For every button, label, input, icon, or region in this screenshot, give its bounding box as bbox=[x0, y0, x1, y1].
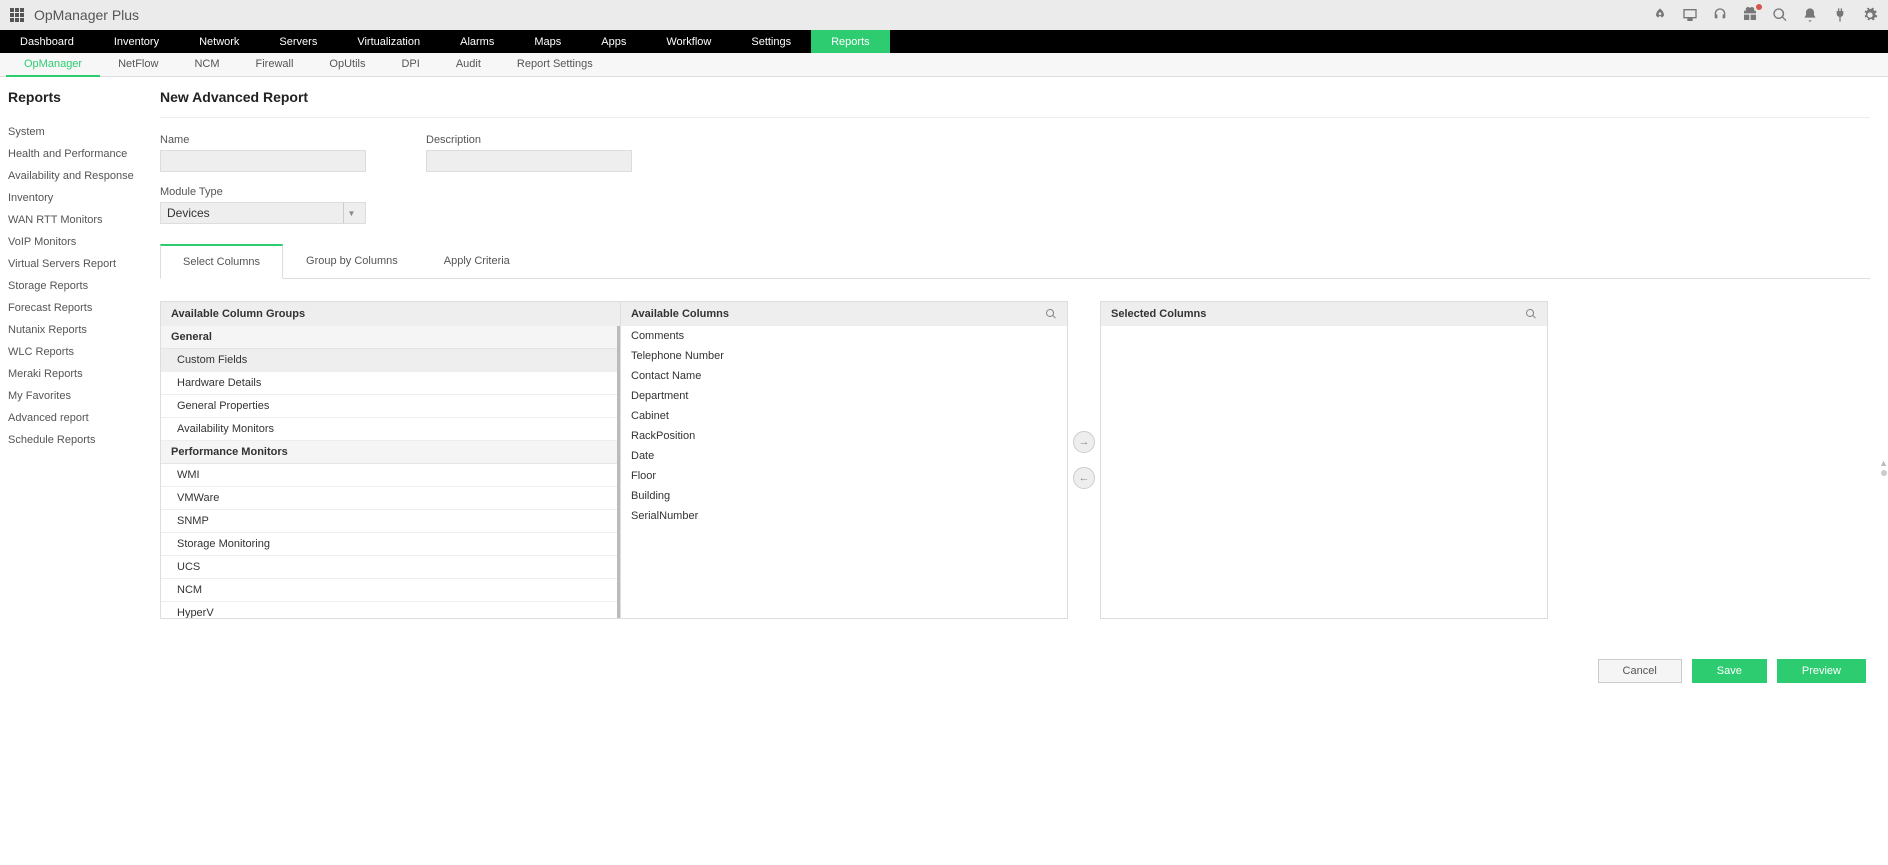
preview-button[interactable]: Preview bbox=[1777, 659, 1866, 683]
notification-dot bbox=[1756, 4, 1762, 10]
nav-dashboard[interactable]: Dashboard bbox=[0, 30, 94, 53]
available-column-item[interactable]: Department bbox=[621, 386, 1067, 406]
sidebar-item-wlc-reports[interactable]: WLC Reports bbox=[8, 341, 138, 363]
monitor-icon[interactable] bbox=[1682, 7, 1698, 23]
available-column-item[interactable]: Building bbox=[621, 486, 1067, 506]
search-icon[interactable] bbox=[1772, 7, 1788, 23]
group-item[interactable]: NCM bbox=[161, 579, 617, 602]
page-scroll-indicator[interactable]: ▲ bbox=[1879, 458, 1888, 476]
main-nav: DashboardInventoryNetworkServersVirtuali… bbox=[0, 30, 1888, 53]
subnav-firewall[interactable]: Firewall bbox=[238, 53, 312, 77]
sidebar-item-inventory[interactable]: Inventory bbox=[8, 187, 138, 209]
move-left-button[interactable]: ← bbox=[1073, 467, 1095, 489]
available-header-label: Available Columns bbox=[631, 308, 729, 320]
group-item[interactable]: Availability Monitors bbox=[161, 418, 617, 441]
sidebar-item-wan-rtt-monitors[interactable]: WAN RTT Monitors bbox=[8, 209, 138, 231]
bell-icon[interactable] bbox=[1802, 7, 1818, 23]
nav-maps[interactable]: Maps bbox=[514, 30, 581, 53]
name-input[interactable] bbox=[160, 150, 366, 172]
nav-virtualization[interactable]: Virtualization bbox=[337, 30, 440, 53]
group-item[interactable]: UCS bbox=[161, 556, 617, 579]
nav-inventory[interactable]: Inventory bbox=[94, 30, 179, 53]
sidebar-item-health-and-performance[interactable]: Health and Performance bbox=[8, 143, 138, 165]
group-item[interactable]: Hardware Details bbox=[161, 372, 617, 395]
group-item[interactable]: VMWare bbox=[161, 487, 617, 510]
nav-reports[interactable]: Reports bbox=[811, 30, 890, 53]
sidebar-item-meraki-reports[interactable]: Meraki Reports bbox=[8, 363, 138, 385]
sub-nav: OpManagerNetFlowNCMFirewallOpUtilsDPIAud… bbox=[0, 53, 1888, 77]
group-item[interactable]: General Properties bbox=[161, 395, 617, 418]
sidebar-item-schedule-reports[interactable]: Schedule Reports bbox=[8, 429, 138, 451]
nav-workflow[interactable]: Workflow bbox=[646, 30, 731, 53]
selected-header-label: Selected Columns bbox=[1111, 308, 1206, 320]
page-title: New Advanced Report bbox=[160, 89, 1870, 118]
subnav-netflow[interactable]: NetFlow bbox=[100, 53, 176, 77]
selected-columns-panel: Selected Columns bbox=[1100, 301, 1548, 619]
gift-icon[interactable] bbox=[1742, 6, 1758, 25]
available-column-item[interactable]: Cabinet bbox=[621, 406, 1067, 426]
sidebar-title: Reports bbox=[8, 89, 138, 105]
rocket-icon[interactable] bbox=[1652, 7, 1668, 23]
available-columns-panel: Available Columns CommentsTelephone Numb… bbox=[620, 301, 1068, 619]
group-item[interactable]: Storage Monitoring bbox=[161, 533, 617, 556]
nav-apps[interactable]: Apps bbox=[581, 30, 646, 53]
available-column-item[interactable]: Floor bbox=[621, 466, 1067, 486]
available-column-item[interactable]: SerialNumber bbox=[621, 506, 1067, 526]
groups-header-label: Available Column Groups bbox=[171, 308, 305, 320]
sidebar-item-forecast-reports[interactable]: Forecast Reports bbox=[8, 297, 138, 319]
description-input[interactable] bbox=[426, 150, 632, 172]
sidebar-item-advanced-report[interactable]: Advanced report bbox=[8, 407, 138, 429]
gear-icon[interactable] bbox=[1862, 7, 1878, 23]
group-header: Performance Monitors bbox=[161, 441, 617, 464]
module-type-value: Devices bbox=[167, 206, 210, 220]
sidebar-item-my-favorites[interactable]: My Favorites bbox=[8, 385, 138, 407]
nav-alarms[interactable]: Alarms bbox=[440, 30, 514, 53]
available-column-item[interactable]: RackPosition bbox=[621, 426, 1067, 446]
name-label: Name bbox=[160, 134, 366, 146]
search-icon[interactable] bbox=[1525, 308, 1537, 320]
sidebar-item-virtual-servers-report[interactable]: Virtual Servers Report bbox=[8, 253, 138, 275]
move-right-button[interactable]: → bbox=[1073, 431, 1095, 453]
available-column-item[interactable]: Contact Name bbox=[621, 366, 1067, 386]
subnav-report-settings[interactable]: Report Settings bbox=[499, 53, 611, 77]
subnav-ncm[interactable]: NCM bbox=[176, 53, 237, 77]
sidebar-item-system[interactable]: System bbox=[8, 121, 138, 143]
search-icon[interactable] bbox=[1045, 308, 1057, 320]
available-column-item[interactable]: Date bbox=[621, 446, 1067, 466]
subnav-oputils[interactable]: OpUtils bbox=[311, 53, 383, 77]
cancel-button[interactable]: Cancel bbox=[1598, 659, 1682, 683]
subnav-dpi[interactable]: DPI bbox=[383, 53, 437, 77]
group-header: General bbox=[161, 326, 617, 349]
sidebar-item-voip-monitors[interactable]: VoIP Monitors bbox=[8, 231, 138, 253]
nav-servers[interactable]: Servers bbox=[259, 30, 337, 53]
module-type-label: Module Type bbox=[160, 186, 366, 198]
sidebar-item-nutanix-reports[interactable]: Nutanix Reports bbox=[8, 319, 138, 341]
column-groups-panel: Available Column Groups GeneralCustom Fi… bbox=[160, 301, 620, 619]
nav-network[interactable]: Network bbox=[179, 30, 259, 53]
tab-apply-criteria[interactable]: Apply Criteria bbox=[421, 244, 533, 279]
group-item[interactable]: WMI bbox=[161, 464, 617, 487]
save-button[interactable]: Save bbox=[1692, 659, 1767, 683]
group-item[interactable]: SNMP bbox=[161, 510, 617, 533]
available-column-item[interactable]: Telephone Number bbox=[621, 346, 1067, 366]
tab-select-columns[interactable]: Select Columns bbox=[160, 244, 283, 279]
sidebar: Reports SystemHealth and PerformanceAvai… bbox=[0, 77, 144, 695]
tab-group-by-columns[interactable]: Group by Columns bbox=[283, 244, 421, 279]
sidebar-item-storage-reports[interactable]: Storage Reports bbox=[8, 275, 138, 297]
sidebar-item-availability-and-response[interactable]: Availability and Response bbox=[8, 165, 138, 187]
module-type-select[interactable]: Devices ▼ bbox=[160, 202, 366, 224]
group-item[interactable]: HyperV bbox=[161, 602, 617, 618]
subnav-opmanager[interactable]: OpManager bbox=[6, 53, 100, 77]
chevron-down-icon: ▼ bbox=[343, 203, 359, 223]
description-label: Description bbox=[426, 134, 632, 146]
nav-settings[interactable]: Settings bbox=[731, 30, 811, 53]
plug-icon[interactable] bbox=[1832, 7, 1848, 23]
available-column-item[interactable]: Comments bbox=[621, 326, 1067, 346]
group-item[interactable]: Custom Fields bbox=[161, 349, 617, 372]
app-grid-icon[interactable] bbox=[10, 8, 24, 22]
app-title: OpManager Plus bbox=[34, 7, 139, 23]
subnav-audit[interactable]: Audit bbox=[438, 53, 499, 77]
headset-icon[interactable] bbox=[1712, 7, 1728, 23]
